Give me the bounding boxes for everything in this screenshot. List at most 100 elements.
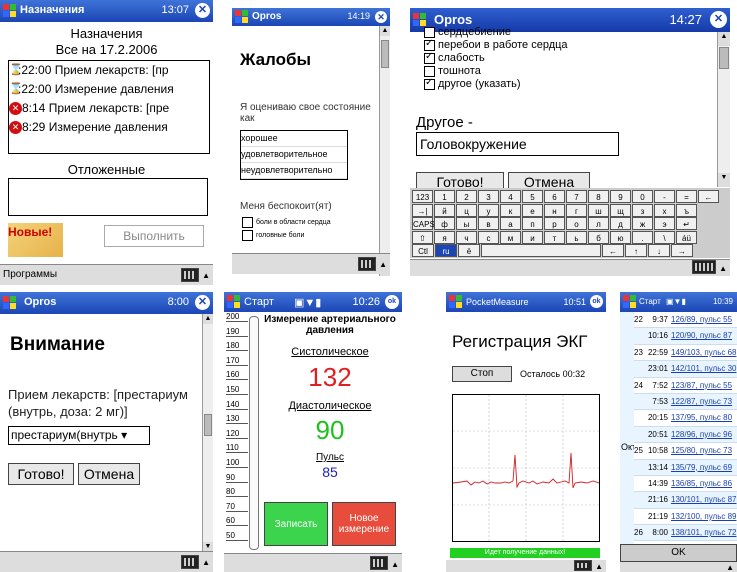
table-row[interactable]: 23:01 142/101, пульс 30 [634,361,737,378]
key-з[interactable]: з [632,203,653,217]
key-→|[interactable]: →| [412,203,433,217]
key-←[interactable]: ← [698,190,719,203]
value-cell[interactable]: 122/87, пульс 73 [671,397,732,406]
ok-button[interactable]: OK [620,544,737,562]
key-щ[interactable]: щ [610,203,631,217]
key-э[interactable]: э [654,217,675,230]
table-row[interactable]: 7:53 122/87, пульс 73 [634,393,737,411]
scrollbar[interactable]: ▲▼ [379,26,390,276]
key-ы[interactable]: ы [456,217,477,230]
other-input[interactable]: Головокружение [416,132,619,156]
key-7[interactable]: 7 [566,190,587,203]
key-↓[interactable]: ↓ [648,244,670,257]
key-áü[interactable]: áü [676,230,697,244]
table-row[interactable]: 24 7:52 123/87, пульс 55 [634,377,737,394]
windows-flag-icon[interactable] [3,296,17,310]
key-=[interactable]: = [676,190,697,203]
key-т[interactable]: т [544,230,565,244]
key-ц[interactable]: ц [456,203,477,217]
checkbox[interactable] [242,216,253,228]
checkbox[interactable] [242,229,253,241]
table-row[interactable]: 20:51 128/96, пульс 96 [634,426,737,444]
table-row[interactable]: 26 8:00 138/101, пульс 72 [634,525,737,542]
key-и[interactable]: и [522,230,543,244]
table-row[interactable]: 22 9:37 126/89, пульс 55 [634,312,737,329]
key-Ctl[interactable]: Ctl [412,244,434,257]
key-б[interactable]: б [588,230,609,244]
chevron-up-icon[interactable]: ▲ [391,560,399,569]
close-icon[interactable]: ✕ [375,11,387,23]
list-item[interactable]: ⌛:22:00 Измерение давления [9,80,209,99]
chevron-up-icon[interactable]: ▲ [202,271,210,280]
key-4[interactable]: 4 [500,190,521,203]
checkbox-row[interactable]: боли в области сердца [242,216,331,229]
new-envelope-badge[interactable]: Новые! [8,223,63,257]
table-row[interactable]: 23 22:59 149/103, пульс 68 [634,344,737,362]
key-\[interactable]: \ [654,230,675,244]
windows-flag-icon[interactable] [3,4,17,18]
checkbox-row[interactable]: сердцебиение [424,26,568,39]
keyboard-icon[interactable] [181,268,199,282]
key-0[interactable]: 0 [632,190,653,203]
windows-flag-icon[interactable] [449,295,463,309]
list-item[interactable]: неудовлетворительно [241,163,347,179]
scrollbar[interactable]: ▲▼ [202,314,213,552]
key-ь[interactable]: ь [566,230,587,244]
checkbox[interactable] [424,76,435,90]
key-.[interactable]: . [632,230,653,244]
list-item[interactable]: хорошее [241,131,347,147]
execute-button[interactable]: Выполнить [104,225,204,247]
key-1[interactable]: 1 [434,190,455,203]
close-icon[interactable]: ✕ [195,3,210,18]
key-л[interactable]: л [588,217,609,230]
value-cell[interactable]: 123/87, пульс 55 [671,381,732,390]
key-ш[interactable]: ш [588,203,609,217]
key-ё[interactable]: ё [458,244,480,257]
key-←[interactable]: ← [602,244,624,257]
chevron-up-icon[interactable]: ▲ [595,562,603,571]
state-listbox[interactable]: хорошее удовлетворительное неудовлетворите… [240,130,348,180]
keyboard-icon[interactable] [358,257,376,271]
key-й[interactable]: й [434,203,455,217]
key-ru[interactable]: ru [435,244,457,257]
key-ж[interactable]: ж [632,217,653,230]
checkbox-row[interactable]: тошнота [424,65,568,78]
key-3[interactable]: 3 [478,190,499,203]
key-CAPS[interactable]: CAPS [412,217,435,230]
save-button[interactable]: Записать [264,502,328,546]
key-о[interactable]: о [566,217,587,230]
key-123[interactable]: 123 [412,190,433,203]
windows-flag-icon[interactable] [235,10,249,24]
list-item[interactable]: ⌛:22:00 Прием лекарств: [пр [9,61,209,80]
checkbox[interactable] [424,50,435,64]
table-row[interactable]: 13:14 135/79, пульс 69 [634,459,737,476]
keyboard-icon[interactable] [692,260,716,274]
key-д[interactable]: д [610,217,631,230]
table-row[interactable]: 14:39 136/85, пульс 86 [634,475,737,493]
key-р[interactable]: р [544,217,565,230]
keyboard-icon[interactable] [574,560,592,571]
value-cell[interactable]: 130/101, пульс 87 [671,495,736,504]
value-cell[interactable]: 125/80, пульс 73 [671,446,732,455]
value-cell[interactable]: 128/96, пульс 96 [671,430,732,439]
ok-icon[interactable]: ok [385,295,399,309]
scrollbar[interactable]: ▲▼ [717,32,730,187]
value-cell[interactable]: 136/85, пульс 86 [671,479,732,488]
windows-flag-icon[interactable] [227,295,241,309]
checkbox-row[interactable]: головные боли [242,229,331,242]
value-cell[interactable]: 137/95, пульс 80 [671,413,732,422]
close-icon[interactable]: ✕ [710,11,727,28]
table-row[interactable]: 21:16 130/101, пульс 87 [634,492,737,509]
table-row[interactable]: 20:15 137/95, пульс 80 [634,410,737,427]
value-cell[interactable]: 149/103, пульс 68 [671,348,736,357]
key-→[interactable]: → [671,244,693,257]
key-я[interactable]: я [434,230,455,244]
medication-select[interactable]: престариум(внутрь ▾ [8,426,150,445]
checkbox-row[interactable]: другое (указать) [424,76,568,91]
table-row[interactable]: 25 10:58 125/80, пульс 73 [634,443,737,460]
key-к[interactable]: к [500,203,521,217]
keyboard-icon[interactable] [370,556,388,570]
new-measurement-button[interactable]: Новое измерение [332,502,396,546]
key-ъ[interactable]: ъ [676,203,697,217]
table-row[interactable]: 10:16 120/90, пульс 87 [634,328,737,345]
